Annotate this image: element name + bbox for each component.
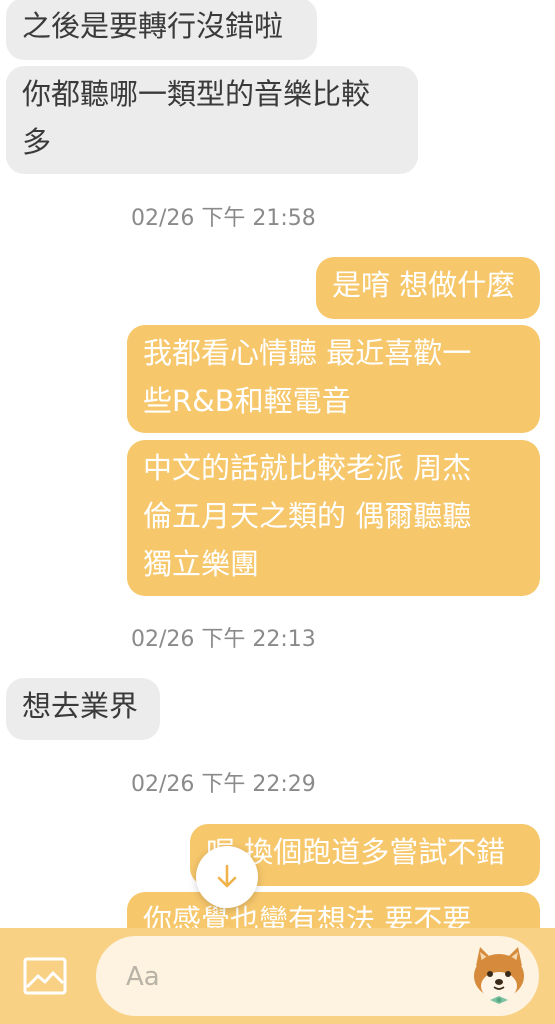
arrow-down-icon: [217, 864, 237, 888]
message-input-container[interactable]: [96, 936, 539, 1016]
shiba-sticker-icon[interactable]: [468, 944, 530, 1008]
message-bubble-outgoing[interactable]: 你感覺也蠻有想法 要不要: [127, 892, 540, 928]
image-icon: [23, 957, 67, 995]
message-composer: [0, 928, 555, 1024]
timestamp: 02/26 下午 21:58: [131, 206, 316, 231]
timestamp: 02/26 下午 22:29: [131, 772, 316, 797]
message-bubble-outgoing[interactable]: 是唷 想做什麼: [316, 257, 540, 319]
timestamp: 02/26 下午 22:13: [131, 627, 316, 652]
chat-thread[interactable]: 之後是要轉行沒錯啦 你都聽哪一類型的音樂比較 多 02/26 下午 21:58 …: [0, 0, 555, 928]
message-bubble-incoming[interactable]: 想去業界: [6, 678, 160, 740]
message-input[interactable]: [124, 954, 428, 1000]
message-bubble-outgoing[interactable]: 中文的話就比較老派 周杰 倫五月天之類的 偶爾聽聽 獨立樂團: [127, 440, 540, 596]
message-bubble-outgoing[interactable]: 我都看心情聽 最近喜歡一 些R&B和輕電音: [127, 325, 540, 433]
message-bubble-incoming[interactable]: 你都聽哪一類型的音樂比較 多: [6, 66, 418, 174]
image-picker-button[interactable]: [22, 953, 68, 999]
message-bubble-incoming[interactable]: 之後是要轉行沒錯啦: [6, 0, 317, 60]
scroll-to-bottom-button[interactable]: [196, 846, 258, 908]
